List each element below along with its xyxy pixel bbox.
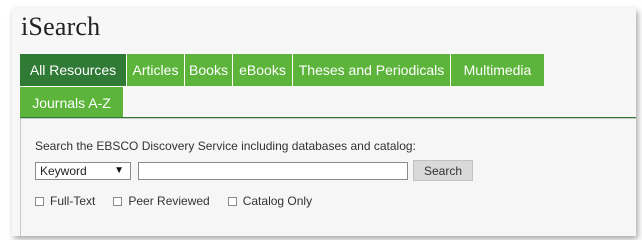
filter-peer-reviewed[interactable]: Peer Reviewed bbox=[113, 194, 210, 208]
checkbox-icon[interactable] bbox=[227, 196, 237, 206]
isearch-widget: iSearch All Resources Articles Books eBo… bbox=[12, 8, 636, 236]
search-filters: Full-Text Peer Reviewed Catalog Only bbox=[35, 194, 330, 208]
search-field-select[interactable]: Keyword ▼ bbox=[35, 162, 131, 180]
filter-label: Catalog Only bbox=[242, 194, 313, 208]
filter-catalog-only[interactable]: Catalog Only bbox=[227, 194, 313, 208]
tab-journals-a-z[interactable]: Journals A-Z bbox=[20, 86, 124, 118]
search-button[interactable]: Search bbox=[413, 160, 473, 181]
dropdown-arrow-icon: ▼ bbox=[114, 165, 124, 176]
filter-label: Peer Reviewed bbox=[128, 194, 210, 208]
tab-multimedia[interactable]: Multimedia bbox=[451, 54, 544, 86]
search-input[interactable] bbox=[138, 162, 408, 180]
tab-books[interactable]: Books bbox=[185, 54, 233, 86]
tab-ebooks[interactable]: eBooks bbox=[233, 54, 293, 86]
search-field-value: Keyword bbox=[40, 164, 87, 178]
search-panel: Search the EBSCO Discovery Service inclu… bbox=[20, 118, 636, 236]
checkbox-icon[interactable] bbox=[35, 196, 44, 206]
tab-articles[interactable]: Articles bbox=[127, 54, 185, 86]
tab-bar: All Resources Articles Books eBooks Thes… bbox=[20, 54, 564, 118]
checkbox-icon[interactable] bbox=[113, 196, 123, 206]
filter-full-text[interactable]: Full-Text bbox=[35, 194, 95, 208]
page-title: iSearch bbox=[21, 12, 101, 41]
tab-all-resources[interactable]: All Resources bbox=[20, 54, 127, 86]
search-description: Search the EBSCO Discovery Service inclu… bbox=[35, 139, 416, 153]
filter-label: Full-Text bbox=[50, 194, 96, 208]
tab-theses-periodicals[interactable]: Theses and Periodicals bbox=[293, 54, 451, 86]
